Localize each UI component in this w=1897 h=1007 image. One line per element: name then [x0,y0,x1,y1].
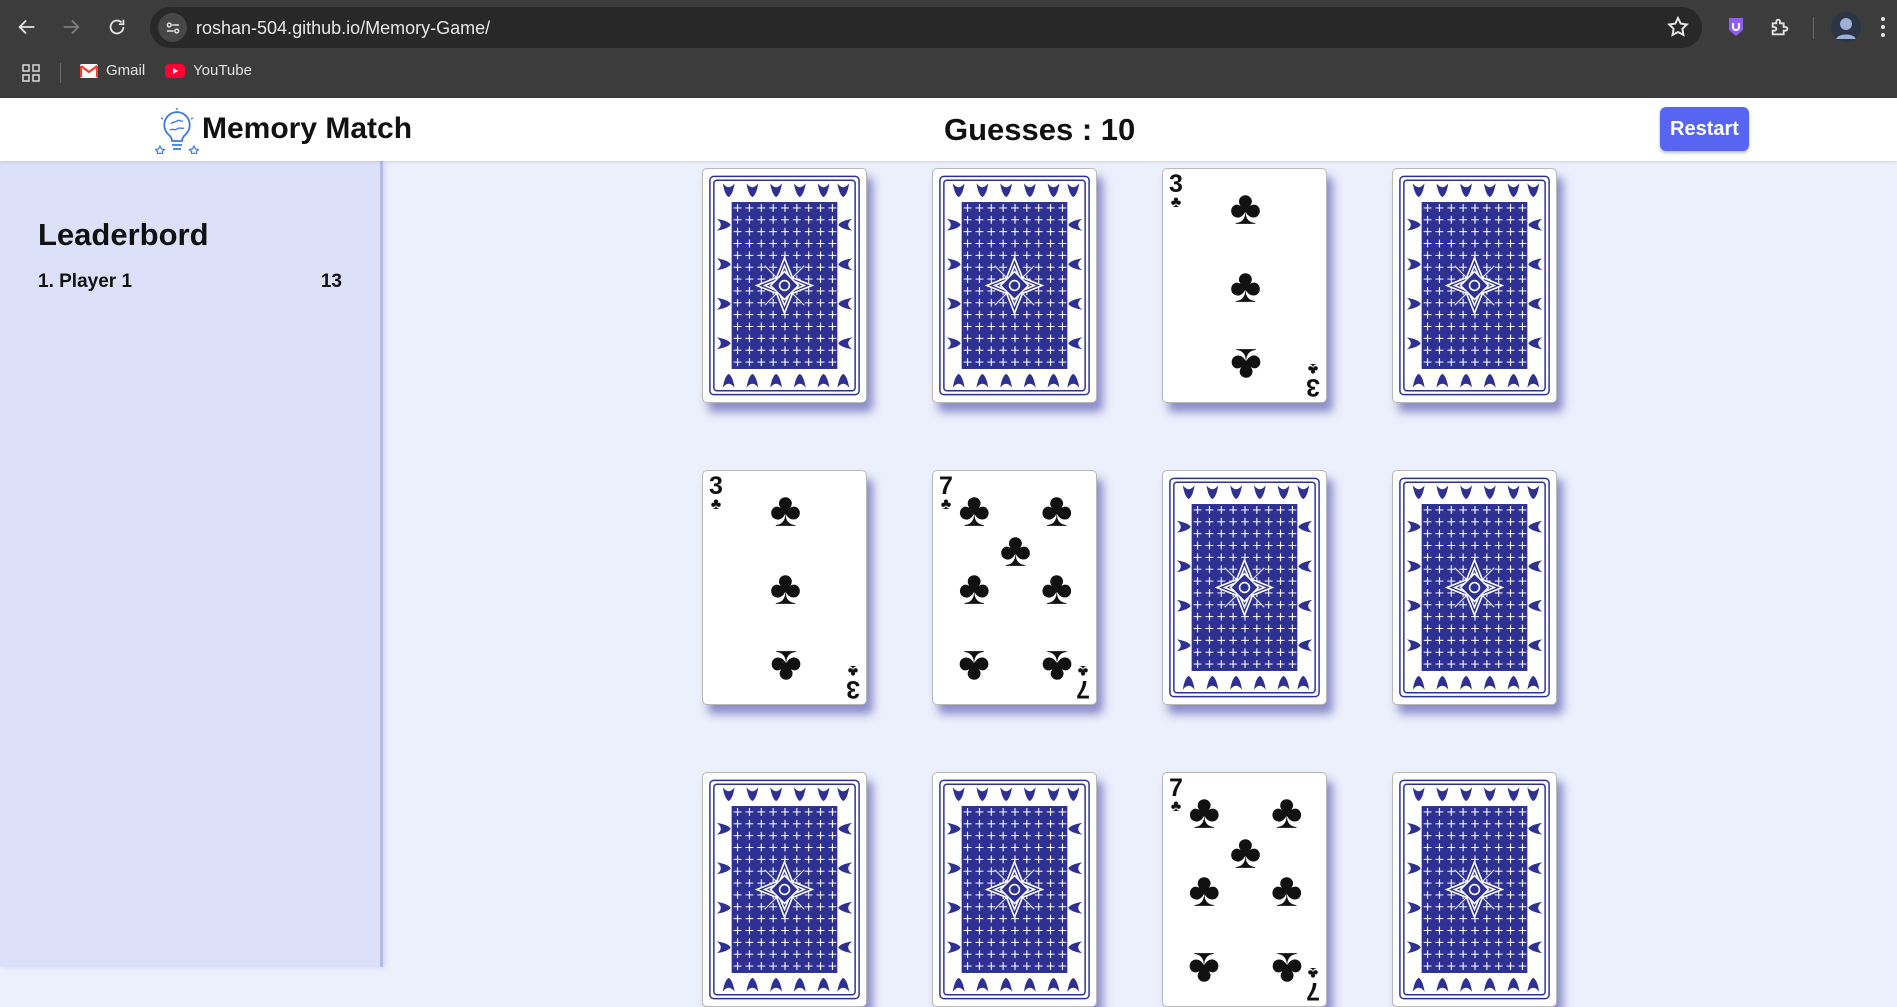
card-facedown[interactable] [1392,470,1557,705]
card-back-pattern [933,773,1096,1006]
bookmark-gmail[interactable]: Gmail [80,62,145,79]
forward-arrow-icon[interactable] [54,10,88,44]
site-info-icon[interactable] [158,13,187,42]
browser-chrome: roshan-504.github.io/Memory-Game/ Gmail … [0,0,1897,98]
card-back-pattern [1163,471,1326,704]
club-pip-icon: ♣ [958,483,991,537]
player-name: 1. Player 1 [38,271,133,292]
url-text[interactable]: roshan-504.github.io/Memory-Game/ [196,18,490,39]
card-facedown[interactable] [702,168,867,403]
more-menu-icon[interactable] [1873,12,1893,42]
club-pip-icon: ♣ [769,640,802,694]
address-bar[interactable]: roshan-504.github.io/Memory-Game/ [150,7,1702,48]
card-rank: 3 [1306,373,1320,401]
card-back-pattern [1393,471,1556,704]
apps-grid-icon[interactable] [22,64,40,87]
club-pip-icon: ♣ [1229,181,1262,235]
card-rank: 3 [846,675,860,703]
lightbulb-logo-icon [154,108,200,156]
club-pip-icon: ♣ [1271,942,1303,996]
card-facedown[interactable] [1392,772,1557,1007]
leaderboard-sidebar: Leaderbord 1. Player 1 13 [0,161,383,967]
club-pip-icon: ♣ [958,561,991,615]
card-faceup[interactable]: 3 ♣ 3 ♣ ♣ ♣ ♣ [1162,168,1327,403]
club-pip-icon: ♣ [1229,259,1262,313]
club-pip-icon: ♣ [769,483,802,537]
bookmark-star-icon[interactable] [1666,15,1690,39]
extensions-puzzle-icon[interactable] [1765,12,1795,42]
card-back-pattern [1393,169,1556,402]
club-pip-icon: ♣ [1041,483,1073,537]
bookmark-youtube[interactable]: YouTube [165,62,252,79]
app-title: Memory Match [202,112,413,145]
card-back-pattern [933,169,1096,402]
card-faceup[interactable]: 3 ♣ 3 ♣ ♣ ♣ ♣ [702,470,867,705]
card-corner-index: 3 ♣ [1303,360,1323,401]
card-facedown[interactable] [702,772,867,1007]
card-corner-index: 3 ♣ [706,474,726,513]
card-facedown[interactable] [932,168,1097,403]
bookmarks-divider [60,63,61,83]
club-pip-icon: ♣ [999,523,1032,577]
card-back-pattern [1393,773,1556,1006]
extension-icon[interactable] [1721,12,1751,42]
card-faceup[interactable]: 7 ♣ 7 ♣ ♣ ♣ ♣ ♣ ♣ ♣ ♣ [932,470,1097,705]
page-header: Memory Match Guesses : 10 Restart [0,98,1897,161]
card-corner-index: 3 ♣ [843,662,863,703]
bookmark-label: Gmail [106,62,146,79]
club-pip-icon: ♣ [1229,338,1262,392]
profile-avatar[interactable] [1831,12,1861,42]
gmail-icon [80,63,98,78]
bookmarks-bar: Gmail YouTube [0,56,1897,86]
reload-icon[interactable] [100,10,134,44]
card-facedown[interactable] [932,772,1097,1007]
club-pip-icon: ♣ [1188,942,1221,996]
club-pip-icon: ♣ [1188,863,1221,917]
bookmark-label: YouTube [193,62,252,79]
club-pip-icon: ♣ [1041,640,1073,694]
club-pip-icon: ♣ [1271,863,1303,917]
player-score: 13 [320,271,342,292]
guesses-counter: Guesses : 10 [944,112,1136,147]
card-back-pattern [703,773,866,1006]
card-back-pattern [703,169,866,402]
leaderboard-title: Leaderbord [38,217,209,252]
youtube-icon [165,63,185,78]
club-pip-icon: ♣ [958,640,991,694]
club-pip-icon: ♣ [1188,785,1221,839]
club-pip-icon: ♣ [769,561,802,615]
toolbar-divider [1813,17,1814,39]
restart-button[interactable]: Restart [1660,107,1749,151]
club-pip-icon: ♣ [1271,785,1303,839]
card-facedown[interactable] [1392,168,1557,403]
card-corner-index: 3 ♣ [1166,172,1186,211]
card-facedown[interactable] [1162,470,1327,705]
leaderboard-entry: 1. Player 1 13 [38,271,342,293]
card-faceup[interactable]: 7 ♣ 7 ♣ ♣ ♣ ♣ ♣ ♣ ♣ ♣ [1162,772,1327,1007]
club-pip-icon: ♣ [1229,825,1262,879]
back-arrow-icon[interactable] [10,10,44,44]
club-pip-icon: ♣ [1041,561,1073,615]
